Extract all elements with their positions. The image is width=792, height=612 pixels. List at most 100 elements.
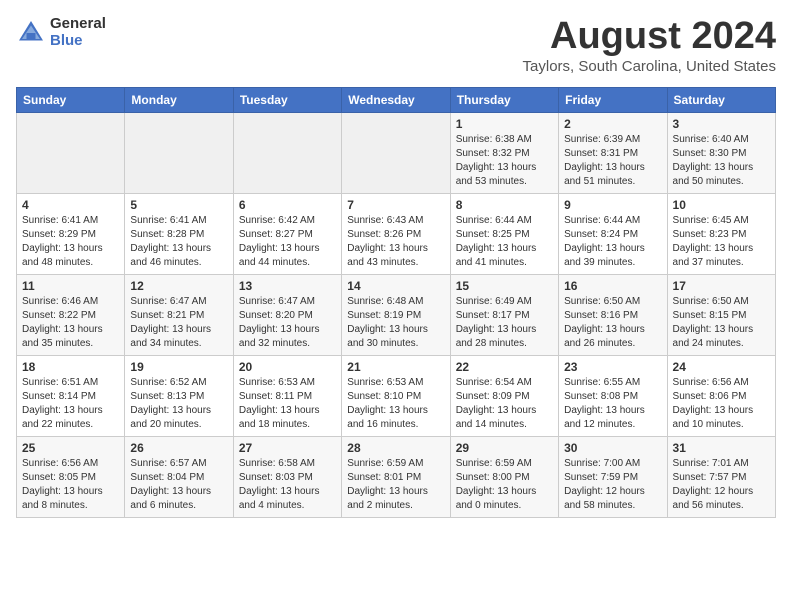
day-number: 22 xyxy=(456,360,553,374)
day-info: Sunrise: 6:51 AM Sunset: 8:14 PM Dayligh… xyxy=(22,376,119,432)
day-info: Sunrise: 6:56 AM Sunset: 8:05 PM Dayligh… xyxy=(22,457,119,513)
location: Taylors, South Carolina, United States xyxy=(523,58,776,75)
day-header-saturday: Saturday xyxy=(667,87,775,112)
calendar-cell: 13 Sunrise: 6:47 AM Sunset: 8:20 PM Dayli… xyxy=(233,274,341,355)
day-number: 8 xyxy=(456,198,553,212)
day-header-wednesday: Wednesday xyxy=(342,87,450,112)
day-info: Sunrise: 6:45 AM Sunset: 8:23 PM Dayligh… xyxy=(673,214,770,270)
calendar-cell: 26 Sunrise: 6:57 AM Sunset: 8:04 PM Dayli… xyxy=(125,436,233,517)
day-info: Sunrise: 6:55 AM Sunset: 8:08 PM Dayligh… xyxy=(564,376,661,432)
day-number: 15 xyxy=(456,279,553,293)
month-title: August 2024 xyxy=(523,16,776,58)
day-number: 29 xyxy=(456,441,553,455)
calendar-cell: 14Sunrise: 6:48 AM Sunset: 8:19 PM Dayli… xyxy=(342,274,450,355)
calendar-cell: 19 Sunrise: 6:52 AM Sunset: 8:13 PM Dayli… xyxy=(125,355,233,436)
day-info: Sunrise: 6:50 AM Sunset: 8:15 PM Dayligh… xyxy=(673,295,770,351)
calendar-cell: 3 Sunrise: 6:40 AM Sunset: 8:30 PM Daylig… xyxy=(667,112,775,193)
day-info: Sunrise: 6:56 AM Sunset: 8:06 PM Dayligh… xyxy=(673,376,770,432)
calendar-cell: 30 Sunrise: 7:00 AM Sunset: 7:59 PM Dayli… xyxy=(559,436,667,517)
calendar-cell: 7Sunrise: 6:43 AM Sunset: 8:26 PM Daylig… xyxy=(342,193,450,274)
day-number: 24 xyxy=(673,360,770,374)
calendar-cell: 9Sunrise: 6:44 AM Sunset: 8:24 PM Daylig… xyxy=(559,193,667,274)
day-number: 9 xyxy=(564,198,661,212)
calendar-week-row: 1Sunrise: 6:38 AM Sunset: 8:32 PM Daylig… xyxy=(17,112,776,193)
day-info: Sunrise: 6:59 AM Sunset: 8:00 PM Dayligh… xyxy=(456,457,553,513)
calendar-cell: 17 Sunrise: 6:50 AM Sunset: 8:15 PM Dayli… xyxy=(667,274,775,355)
day-number: 3 xyxy=(673,117,770,131)
day-number: 27 xyxy=(239,441,336,455)
day-info: Sunrise: 6:47 AM Sunset: 8:20 PM Dayligh… xyxy=(239,295,336,351)
calendar-cell: 20Sunrise: 6:53 AM Sunset: 8:11 PM Dayli… xyxy=(233,355,341,436)
day-number: 26 xyxy=(130,441,227,455)
logo-general-text: General xyxy=(50,16,106,33)
day-header-friday: Friday xyxy=(559,87,667,112)
day-number: 31 xyxy=(673,441,770,455)
day-number: 13 xyxy=(239,279,336,293)
day-info: Sunrise: 6:38 AM Sunset: 8:32 PM Dayligh… xyxy=(456,133,553,189)
day-info: Sunrise: 6:59 AM Sunset: 8:01 PM Dayligh… xyxy=(347,457,444,513)
calendar-cell: 4 Sunrise: 6:41 AM Sunset: 8:29 PM Daylig… xyxy=(17,193,125,274)
calendar-cell xyxy=(342,112,450,193)
day-info: Sunrise: 6:41 AM Sunset: 8:28 PM Dayligh… xyxy=(130,214,227,270)
calendar-week-row: 11 Sunrise: 6:46 AM Sunset: 8:22 PM Dayli… xyxy=(17,274,776,355)
calendar-header-row: SundayMondayTuesdayWednesdayThursdayFrid… xyxy=(17,87,776,112)
day-header-monday: Monday xyxy=(125,87,233,112)
calendar-cell: 25Sunrise: 6:56 AM Sunset: 8:05 PM Dayli… xyxy=(17,436,125,517)
calendar-cell: 31 Sunrise: 7:01 AM Sunset: 7:57 PM Dayli… xyxy=(667,436,775,517)
calendar-cell: 11 Sunrise: 6:46 AM Sunset: 8:22 PM Dayli… xyxy=(17,274,125,355)
day-number: 17 xyxy=(673,279,770,293)
day-info: Sunrise: 6:47 AM Sunset: 8:21 PM Dayligh… xyxy=(130,295,227,351)
calendar-cell: 16 Sunrise: 6:50 AM Sunset: 8:16 PM Dayli… xyxy=(559,274,667,355)
day-number: 10 xyxy=(673,198,770,212)
day-number: 12 xyxy=(130,279,227,293)
calendar-week-row: 18 Sunrise: 6:51 AM Sunset: 8:14 PM Dayli… xyxy=(17,355,776,436)
calendar-cell: 23 Sunrise: 6:55 AM Sunset: 8:08 PM Dayli… xyxy=(559,355,667,436)
day-info: Sunrise: 6:44 AM Sunset: 8:25 PM Dayligh… xyxy=(456,214,553,270)
calendar-cell: 12 Sunrise: 6:47 AM Sunset: 8:21 PM Dayli… xyxy=(125,274,233,355)
calendar-cell: 29 Sunrise: 6:59 AM Sunset: 8:00 PM Dayli… xyxy=(450,436,558,517)
day-info: Sunrise: 6:40 AM Sunset: 8:30 PM Dayligh… xyxy=(673,133,770,189)
calendar-cell xyxy=(125,112,233,193)
logo-icon xyxy=(16,18,46,48)
day-info: Sunrise: 6:41 AM Sunset: 8:29 PM Dayligh… xyxy=(22,214,119,270)
logo: General Blue xyxy=(16,16,106,49)
calendar-cell xyxy=(17,112,125,193)
calendar-cell: 10 Sunrise: 6:45 AM Sunset: 8:23 PM Dayli… xyxy=(667,193,775,274)
day-info: Sunrise: 6:54 AM Sunset: 8:09 PM Dayligh… xyxy=(456,376,553,432)
day-number: 7 xyxy=(347,198,444,212)
day-header-thursday: Thursday xyxy=(450,87,558,112)
day-number: 23 xyxy=(564,360,661,374)
title-block: August 2024 Taylors, South Carolina, Uni… xyxy=(523,16,776,75)
calendar-week-row: 25Sunrise: 6:56 AM Sunset: 8:05 PM Dayli… xyxy=(17,436,776,517)
day-number: 16 xyxy=(564,279,661,293)
logo-text: General Blue xyxy=(50,16,106,49)
day-info: Sunrise: 6:49 AM Sunset: 8:17 PM Dayligh… xyxy=(456,295,553,351)
day-header-tuesday: Tuesday xyxy=(233,87,341,112)
day-info: Sunrise: 6:57 AM Sunset: 8:04 PM Dayligh… xyxy=(130,457,227,513)
day-number: 4 xyxy=(22,198,119,212)
calendar-cell: 6Sunrise: 6:42 AM Sunset: 8:27 PM Daylig… xyxy=(233,193,341,274)
day-info: Sunrise: 6:39 AM Sunset: 8:31 PM Dayligh… xyxy=(564,133,661,189)
calendar-table: SundayMondayTuesdayWednesdayThursdayFrid… xyxy=(16,87,776,518)
day-number: 20 xyxy=(239,360,336,374)
calendar-cell: 24 Sunrise: 6:56 AM Sunset: 8:06 PM Dayli… xyxy=(667,355,775,436)
calendar-cell: 21Sunrise: 6:53 AM Sunset: 8:10 PM Dayli… xyxy=(342,355,450,436)
day-info: Sunrise: 6:50 AM Sunset: 8:16 PM Dayligh… xyxy=(564,295,661,351)
day-number: 18 xyxy=(22,360,119,374)
calendar-cell xyxy=(233,112,341,193)
calendar-cell: 15 Sunrise: 6:49 AM Sunset: 8:17 PM Dayli… xyxy=(450,274,558,355)
calendar-cell: 2Sunrise: 6:39 AM Sunset: 8:31 PM Daylig… xyxy=(559,112,667,193)
day-number: 11 xyxy=(22,279,119,293)
day-number: 30 xyxy=(564,441,661,455)
day-info: Sunrise: 6:58 AM Sunset: 8:03 PM Dayligh… xyxy=(239,457,336,513)
day-info: Sunrise: 6:46 AM Sunset: 8:22 PM Dayligh… xyxy=(22,295,119,351)
day-info: Sunrise: 6:53 AM Sunset: 8:10 PM Dayligh… xyxy=(347,376,444,432)
calendar-week-row: 4 Sunrise: 6:41 AM Sunset: 8:29 PM Daylig… xyxy=(17,193,776,274)
day-number: 28 xyxy=(347,441,444,455)
calendar-cell: 22 Sunrise: 6:54 AM Sunset: 8:09 PM Dayli… xyxy=(450,355,558,436)
day-info: Sunrise: 6:48 AM Sunset: 8:19 PM Dayligh… xyxy=(347,295,444,351)
day-info: Sunrise: 7:00 AM Sunset: 7:59 PM Dayligh… xyxy=(564,457,661,513)
day-number: 19 xyxy=(130,360,227,374)
day-info: Sunrise: 7:01 AM Sunset: 7:57 PM Dayligh… xyxy=(673,457,770,513)
day-info: Sunrise: 6:52 AM Sunset: 8:13 PM Dayligh… xyxy=(130,376,227,432)
